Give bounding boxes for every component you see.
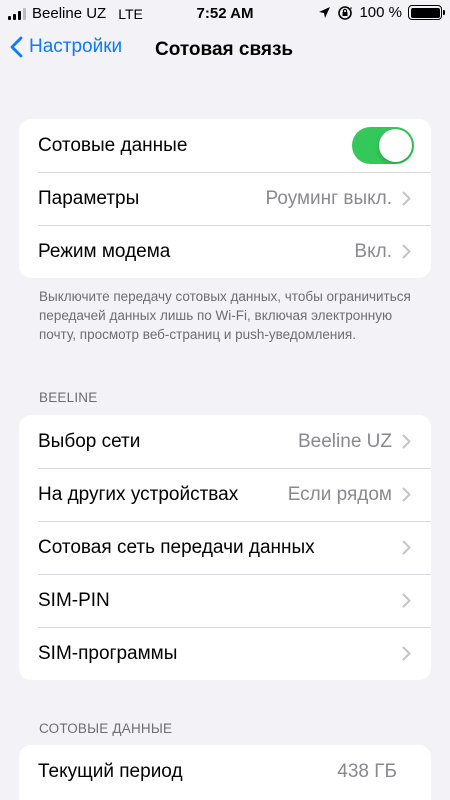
location-icon [319,7,331,18]
current-period-label: Текущий период [38,760,183,782]
other-devices-label: На других устройствах [38,483,239,505]
navigation-bar: Настройки Сотовая связь [0,36,450,66]
back-button[interactable]: Настройки [10,36,122,58]
hotspot-label: Режим модема [38,240,171,262]
cellular-data-label: Сотовые данные [38,134,188,156]
status-right: 100 % [318,4,445,21]
current-period-row: Текущий период 438 ГБ [19,745,431,798]
sim-apps-row[interactable]: SIM-программы [19,627,431,680]
sim-apps-label: SIM-программы [38,642,178,664]
rotation-lock-icon [338,5,353,20]
sim-pin-row[interactable]: SIM-PIN [19,574,431,627]
cellular-data-row: Сотовые данные [19,119,431,172]
battery-icon [408,5,445,20]
chevron-right-icon [402,191,411,206]
cellular-data-toggle[interactable] [352,127,414,164]
chevron-right-icon [402,540,411,555]
usage-group: Текущий период 438 ГБ [19,745,431,800]
chevron-right-icon [402,646,411,661]
other-devices-row[interactable]: На других устройствах Если рядом [19,468,431,521]
status-bar: Beeline UZ LTE 7:52 AM 100 % [0,0,450,28]
page-title: Сотовая связь [155,39,294,60]
options-label: Параметры [38,187,140,209]
battery-fill [410,7,440,18]
carrier-settings-group: Выбор сети Beeline UZ На других устройст… [19,415,431,680]
chevron-left-icon [10,36,23,58]
cellular-network-row[interactable]: Сотовая сеть передачи данных [19,521,431,574]
toggle-knob [379,129,412,162]
network-select-row[interactable]: Выбор сети Beeline UZ [19,415,431,468]
options-row[interactable]: Параметры Роуминг выкл. [19,172,431,225]
network-select-label: Выбор сети [38,430,141,452]
cellular-settings-group: Сотовые данные Параметры Роуминг выкл. Р… [19,119,431,278]
usage-section-header: СОТОВЫЕ ДАННЫЕ [39,721,173,736]
current-period-value: 438 ГБ [337,760,397,782]
other-devices-value: Если рядом [287,483,392,505]
chevron-right-icon [402,593,411,608]
hotspot-value: Вкл. [354,240,392,262]
cellular-network-label: Сотовая сеть передачи данных [38,536,315,558]
network-select-value: Beeline UZ [298,430,392,452]
battery-percent: 100 % [359,4,402,21]
cellular-data-footnote: Выключите передачу сотовых данных, чтобы… [39,289,411,342]
hotspot-row[interactable]: Режим модема Вкл. [19,225,431,278]
chevron-right-icon [402,434,411,449]
chevron-right-icon [402,487,411,502]
options-value: Роуминг выкл. [265,187,393,209]
sim-pin-label: SIM-PIN [38,589,110,611]
chevron-right-icon [402,244,411,259]
carrier-section-header: BEELINE [39,390,98,405]
back-label: Настройки [29,36,123,57]
